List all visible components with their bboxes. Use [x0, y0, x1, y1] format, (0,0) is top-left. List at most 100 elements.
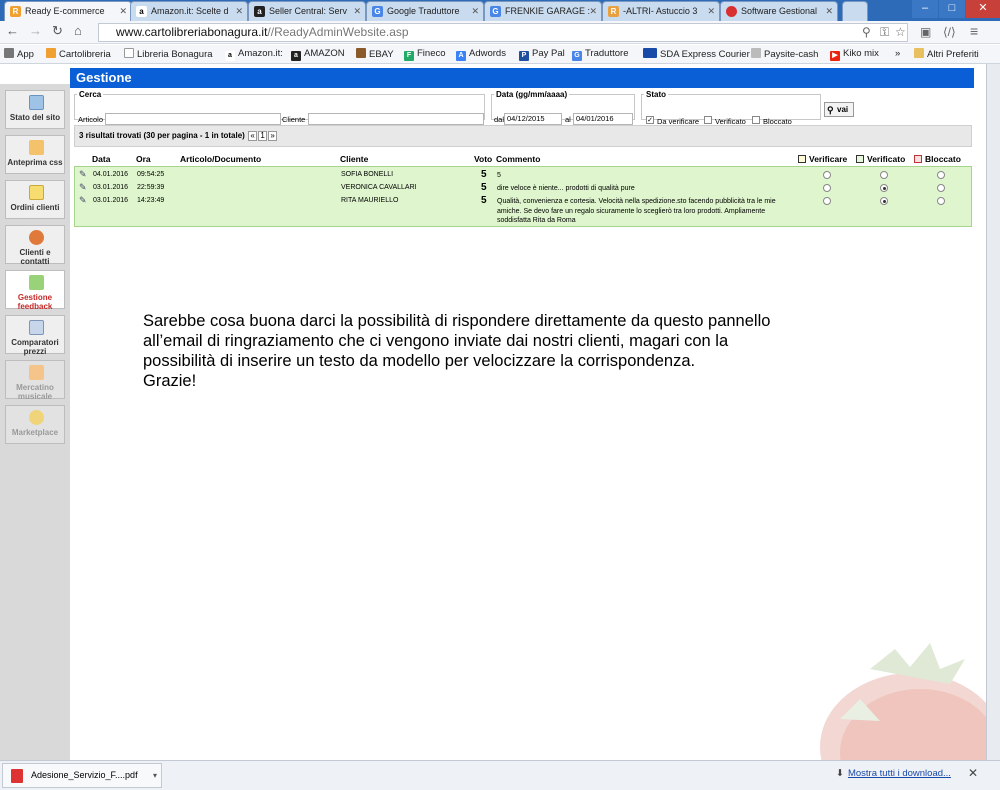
tab-amazon-scelte[interactable]: a Amazon.it: Scelte d ✕ — [130, 1, 248, 21]
radio-verificare[interactable] — [823, 184, 831, 192]
radio-verificato[interactable] — [880, 197, 888, 205]
pager-page-button[interactable]: 1 — [258, 131, 268, 141]
cliente-label: Cliente — [282, 115, 306, 124]
cell-data: 03.01.2016 — [93, 184, 129, 191]
column-header-verificato: Verificato — [856, 154, 905, 164]
radio-bloccato[interactable] — [937, 184, 945, 192]
pager-prev-button[interactable]: « — [248, 131, 258, 141]
close-icon[interactable]: ✕ — [825, 2, 833, 20]
apps-grid-icon — [4, 48, 14, 58]
pager-next-button[interactable]: » — [268, 131, 278, 141]
radio-verificare[interactable] — [823, 171, 831, 179]
bookmark-app[interactable]: App — [4, 48, 34, 60]
extension-icon[interactable]: ▣ — [920, 25, 931, 39]
key-icon[interactable]: ⚿ — [880, 25, 889, 40]
reload-icon[interactable]: ↻ — [52, 23, 63, 39]
close-icon[interactable]: ✕ — [235, 2, 243, 20]
table-row: ✎ 03.01.2016 14:23:49 RITA MAURIELLO 5 Q… — [75, 195, 973, 225]
checkbox-bloccato[interactable] — [752, 116, 760, 124]
bookmark-paysite-cash[interactable]: Paysite-cash — [751, 48, 818, 60]
radio-bloccato[interactable] — [937, 171, 945, 179]
dal-date-input[interactable]: 04/12/2015 — [504, 113, 562, 125]
zoom-icon[interactable]: ⚲ — [862, 25, 871, 39]
bookmark-ebay[interactable]: EBAY — [356, 48, 394, 60]
bookmark-traduttore[interactable]: G Traduttore — [572, 48, 628, 61]
cliente-input[interactable] — [308, 113, 484, 125]
menu-icon[interactable]: ≡ — [970, 23, 978, 39]
radio-verificare[interactable] — [823, 197, 831, 205]
cell-cliente: SOFIA BONELLI — [341, 171, 394, 178]
checkbox-verificato[interactable] — [704, 116, 712, 124]
feedback-table: ✎ 04.01.2016 09:54:25 SOFIA BONELLI 5 5 … — [74, 166, 972, 227]
tab-software-gestionale[interactable]: Software Gestional ✕ — [720, 1, 838, 21]
bookmarks-overflow-button[interactable]: » — [895, 48, 900, 59]
new-tab-button[interactable] — [842, 1, 868, 21]
minimize-window-button[interactable]: – — [912, 0, 938, 18]
green-square-icon — [856, 155, 864, 163]
sidebar-item-stato-sito[interactable]: Stato del sito — [5, 90, 65, 129]
cerca-fieldset: Cerca Articolo Cliente — [74, 90, 485, 125]
close-icon[interactable]: ✕ — [471, 2, 479, 20]
tab-frenkie-garage[interactable]: G FRENKIE GARAGE : ✕ — [484, 1, 602, 21]
radio-verificato[interactable] — [880, 171, 888, 179]
chevron-down-icon[interactable]: ▾ — [153, 764, 157, 787]
bookmark-cartolibreria[interactable]: Cartolibreria — [46, 48, 111, 60]
devtools-icon[interactable]: ⟨/⟩ — [943, 25, 956, 39]
ready-icon: R — [10, 6, 21, 17]
close-icon[interactable]: ✕ — [119, 2, 127, 20]
maximize-window-button[interactable]: □ — [939, 0, 965, 18]
sidebar-item-marketplace[interactable]: Marketplace — [5, 405, 65, 444]
palette-icon — [29, 140, 44, 155]
bookmark-amazon-it[interactable]: a Amazon.it: — [225, 48, 283, 61]
browser-tab-strip: R Ready E-commerce ✕ a Amazon.it: Scelte… — [0, 0, 1000, 21]
bookmark-kiko-mix[interactable]: ▶ Kiko mix — [830, 48, 879, 61]
tab-google-traduttore[interactable]: G Google Traduttore ✕ — [366, 1, 484, 21]
forward-arrow-icon[interactable]: → — [29, 23, 42, 38]
close-window-button[interactable]: ✕ — [966, 0, 1000, 18]
radio-bloccato[interactable] — [937, 197, 945, 205]
bookmark-altri-preferiti[interactable]: Altri Preferiti — [914, 48, 979, 60]
edit-pencil-icon[interactable]: ✎ — [79, 182, 87, 193]
close-icon[interactable]: ✕ — [707, 2, 715, 20]
star-icon[interactable]: ☆ — [895, 25, 906, 39]
search-icon: ⚲ — [827, 105, 834, 115]
bookmark-fineco[interactable]: F Fineco — [404, 48, 446, 61]
marketplace-icon — [29, 410, 44, 425]
sidebar-item-comparatori-prezzi[interactable]: Comparatori prezzi — [5, 315, 65, 356]
search-button[interactable]: ⚲ vai — [824, 102, 854, 117]
sidebar-item-ordini-clienti[interactable]: Ordini clienti — [5, 180, 65, 219]
page-content: Gestione Stato del sito Anteprima css Or… — [0, 64, 986, 760]
close-icon[interactable]: ✕ — [968, 766, 978, 780]
address-bar[interactable]: www.cartolibreriabonagura.it//ReadyAdmin… — [98, 23, 908, 42]
close-icon[interactable]: ✕ — [353, 2, 361, 20]
table-row: ✎ 03.01.2016 22:59:39 VERONICA CAVALLARI… — [75, 182, 973, 195]
tab-seller-central[interactable]: a Seller Central: Serv ✕ — [248, 1, 366, 21]
sidebar-item-mercatino-musicale[interactable]: Mercatino musicale — [5, 360, 65, 401]
edit-pencil-icon[interactable]: ✎ — [79, 169, 87, 180]
ready-icon — [46, 48, 56, 58]
radio-verificato[interactable] — [880, 184, 888, 192]
al-date-input[interactable]: 04/01/2016 — [573, 113, 633, 125]
sidebar-item-anteprima-css[interactable]: Anteprima css — [5, 135, 65, 174]
home-icon[interactable]: ⌂ — [74, 23, 82, 38]
column-header-bloccato: Bloccato — [914, 154, 961, 164]
cell-ora: 09:54:25 — [137, 171, 165, 178]
bookmark-libreria-bonagura[interactable]: Libreria Bonagura — [124, 48, 213, 60]
bookmark-adwords[interactable]: A Adwords — [456, 48, 506, 61]
checkbox-da-verificare[interactable]: ✓ — [646, 116, 654, 124]
bookmark-sda-express[interactable]: SDA Express Courier — [643, 48, 750, 60]
page-icon: G — [490, 6, 501, 17]
edit-pencil-icon[interactable]: ✎ — [79, 195, 87, 206]
sidebar-item-clienti-contatti[interactable]: Clienti e contatti — [5, 225, 65, 266]
youtube-icon: ▶ — [830, 51, 840, 61]
bookmark-paypal[interactable]: P Pay Pal — [519, 48, 565, 61]
tab-altri-astuccio[interactable]: R -ALTRI- Astuccio 3 ✕ — [602, 1, 720, 21]
download-item[interactable]: Adesione_Servizio_F....pdf ▾ — [2, 763, 162, 788]
close-icon[interactable]: ✕ — [589, 2, 597, 20]
articolo-input[interactable] — [105, 113, 281, 125]
bookmark-amazon[interactable]: a AMAZON — [291, 48, 345, 61]
tab-ready-ecommerce[interactable]: R Ready E-commerce ✕ — [4, 1, 132, 21]
back-arrow-icon[interactable]: ← — [6, 23, 19, 38]
show-all-downloads-link[interactable]: ⬇ Mostra tutti i download... — [836, 768, 951, 779]
sidebar-item-gestione-feedback[interactable]: Gestione feedback — [5, 270, 65, 311]
